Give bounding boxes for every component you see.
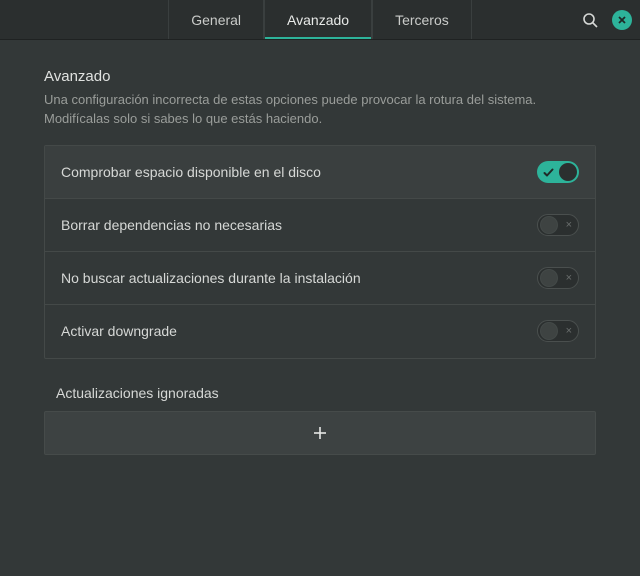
tab-avanzado[interactable]: Avanzado (264, 0, 372, 39)
tab-label: Avanzado (287, 12, 349, 28)
section-title: Avanzado (44, 68, 596, 85)
x-icon: × (566, 324, 572, 338)
section-description: Una configuración incorrecta de estas op… (44, 91, 574, 129)
setting-label: Activar downgrade (61, 323, 177, 339)
toggle-check-disk-space[interactable] (537, 161, 579, 183)
toggle-knob (559, 163, 577, 181)
plus-icon (312, 425, 328, 441)
toggle-knob (540, 269, 558, 287)
x-icon: × (566, 271, 572, 285)
tab-label: Terceros (395, 12, 449, 28)
settings-list: Comprobar espacio disponible en el disco… (44, 145, 596, 359)
setting-label: Borrar dependencias no necesarias (61, 217, 282, 233)
toggle-enable-downgrade[interactable]: × (537, 320, 579, 342)
toggle-no-updates-install[interactable]: × (537, 267, 579, 289)
setting-check-disk-space[interactable]: Comprobar espacio disponible en el disco (45, 146, 595, 199)
content: Avanzado Una configuración incorrecta de… (0, 40, 640, 455)
setting-remove-deps[interactable]: Borrar dependencias no necesarias × (45, 199, 595, 252)
tab-general[interactable]: General (168, 0, 264, 39)
close-icon[interactable] (612, 10, 632, 30)
toggle-remove-deps[interactable]: × (537, 214, 579, 236)
setting-no-updates-install[interactable]: No buscar actualizaciones durante la ins… (45, 252, 595, 305)
header-bar: General Avanzado Terceros (0, 0, 640, 40)
toggle-knob (540, 322, 558, 340)
tab-label: General (191, 12, 241, 28)
ignored-updates-title: Actualizaciones ignoradas (56, 385, 596, 401)
tab-terceros[interactable]: Terceros (372, 0, 472, 39)
setting-label: No buscar actualizaciones durante la ins… (61, 270, 361, 286)
x-icon: × (566, 218, 572, 232)
toggle-knob (540, 216, 558, 234)
add-ignored-button[interactable] (44, 411, 596, 455)
header-actions (578, 0, 632, 39)
setting-label: Comprobar espacio disponible en el disco (61, 164, 321, 180)
search-icon[interactable] (578, 8, 602, 32)
check-icon (543, 165, 554, 181)
setting-enable-downgrade[interactable]: Activar downgrade × (45, 305, 595, 358)
tabs: General Avanzado Terceros (168, 0, 472, 39)
